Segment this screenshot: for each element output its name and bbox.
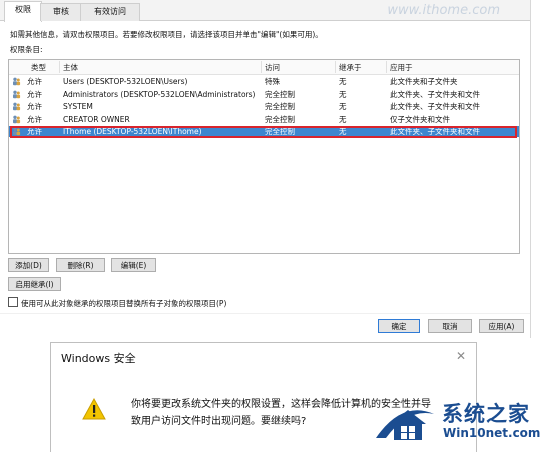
column-applies-to[interactable]: 应用于 — [390, 62, 413, 73]
replace-permissions-option[interactable]: 使用可从此对象继承的权限项目替换所有子对象的权限项目(P) — [8, 297, 226, 309]
cell-inherited-from: 无 — [339, 114, 347, 124]
remove-button[interactable]: 删除(R) — [56, 258, 105, 272]
cell-inherited-from: 无 — [339, 127, 347, 136]
cell-applies-to: 仅子文件夹和文件 — [390, 114, 450, 124]
cell-type: 允许 — [27, 114, 42, 124]
user-group-icon — [13, 77, 21, 86]
cell-principal: Users (DESKTOP-532LOEN\Users) — [63, 77, 188, 86]
replace-permissions-checkbox[interactable] — [8, 297, 18, 307]
apply-button[interactable]: 应用(A) — [479, 319, 524, 333]
cell-access: 完全控制 — [265, 127, 295, 136]
cell-applies-to: 此文件夹和子文件夹 — [390, 77, 458, 86]
cell-principal: CREATOR OWNER — [63, 114, 130, 124]
tab-auditing[interactable]: 审核 — [40, 3, 82, 21]
watermark: www.ithome.com — [387, 3, 500, 18]
table-row[interactable]: 允许 Administrators (DESKTOP-532LOEN\Admini… — [9, 89, 519, 100]
logo-url: Win10net.com — [443, 426, 541, 440]
cancel-button[interactable]: 取消 — [428, 319, 472, 333]
column-access[interactable]: 访问 — [265, 62, 280, 73]
add-button[interactable]: 添加(D) — [8, 258, 49, 272]
permissions-window: 权限 审核 有效访问 www.ithome.com 如需其他信息，请双击权限项目… — [0, 0, 531, 338]
cell-applies-to: 此文件夹、子文件夹和文件 — [390, 127, 480, 136]
close-icon[interactable]: ✕ — [456, 349, 466, 363]
cell-applies-to: 此文件夹、子文件夹和文件 — [390, 102, 480, 111]
tab-permissions[interactable]: 权限 — [4, 1, 42, 22]
user-group-icon — [13, 127, 21, 136]
cell-principal: Administrators (DESKTOP-532LOEN\Administ… — [63, 89, 256, 99]
warning-icon — [82, 398, 106, 420]
cell-type: 允许 — [27, 127, 42, 136]
cell-inherited-from: 无 — [339, 77, 347, 86]
cell-type: 允许 — [27, 102, 42, 111]
ok-button[interactable]: 确定 — [378, 319, 420, 333]
tab-strip: 权限 审核 有效访问 www.ithome.com — [0, 0, 530, 22]
cell-principal: IThome (DESKTOP-532LOEN\IThome) — [63, 127, 202, 136]
column-inherited-from[interactable]: 继承于 — [339, 62, 362, 73]
user-group-icon — [13, 102, 21, 111]
user-group-icon — [13, 90, 21, 98]
cell-inherited-from: 无 — [339, 102, 347, 111]
table-row[interactable]: 允许 Users (DESKTOP-532LOEN\Users) 特殊 无 此文件夹和子… — [9, 76, 519, 87]
hint-text: 如需其他信息，请双击权限项目。若要修改权限项目，请选择该项目并单击"编辑"(如果… — [10, 30, 323, 39]
cell-access: 完全控制 — [265, 89, 295, 99]
column-principal[interactable]: 主体 — [63, 62, 78, 73]
column-type[interactable]: 类型 — [31, 62, 46, 73]
house-logo-icon — [370, 410, 438, 446]
table-row[interactable]: 允许 CREATOR OWNER 完全控制 无 仅子文件夹和文件 — [9, 114, 519, 125]
user-group-icon — [13, 115, 21, 123]
cell-inherited-from: 无 — [339, 89, 347, 99]
table-row[interactable]: 允许 IThome (DESKTOP-532LOEN\IThome) 完全控制 无 此文… — [9, 126, 519, 137]
footer-divider — [0, 313, 530, 314]
replace-permissions-label: 使用可从此对象继承的权限项目替换所有子对象的权限项目(P) — [21, 299, 227, 308]
cell-access: 完全控制 — [265, 114, 295, 124]
cell-applies-to: 此文件夹、子文件夹和文件 — [390, 89, 480, 99]
cell-type: 允许 — [27, 89, 42, 99]
logo-title: 系统之家 — [442, 402, 530, 426]
entries-label: 权限条目: — [10, 45, 43, 54]
site-logo: 系统之家 Win10net.com — [366, 395, 543, 451]
cell-principal: SYSTEM — [63, 102, 93, 111]
cell-access: 特殊 — [265, 77, 280, 86]
cell-access: 完全控制 — [265, 102, 295, 111]
dialog-title: Windows 安全 — [61, 352, 136, 365]
permission-entries-list[interactable]: 类型 主体 访问 继承于 应用于 允许 Users (DESKTOP-532LOE… — [8, 59, 520, 254]
list-header: 类型 主体 访问 继承于 应用于 — [9, 60, 519, 75]
table-row[interactable]: 允许 SYSTEM 完全控制 无 此文件夹、子文件夹和文件 — [9, 101, 519, 112]
enable-inheritance-button[interactable]: 启用继承(I) — [8, 277, 61, 291]
tab-effective-access[interactable]: 有效访问 — [80, 3, 140, 21]
cell-type: 允许 — [27, 77, 42, 86]
dialog-message-line-2: 致用户访问文件时出现问题。要继续吗? — [131, 416, 307, 427]
edit-button[interactable]: 编辑(E) — [111, 258, 156, 272]
